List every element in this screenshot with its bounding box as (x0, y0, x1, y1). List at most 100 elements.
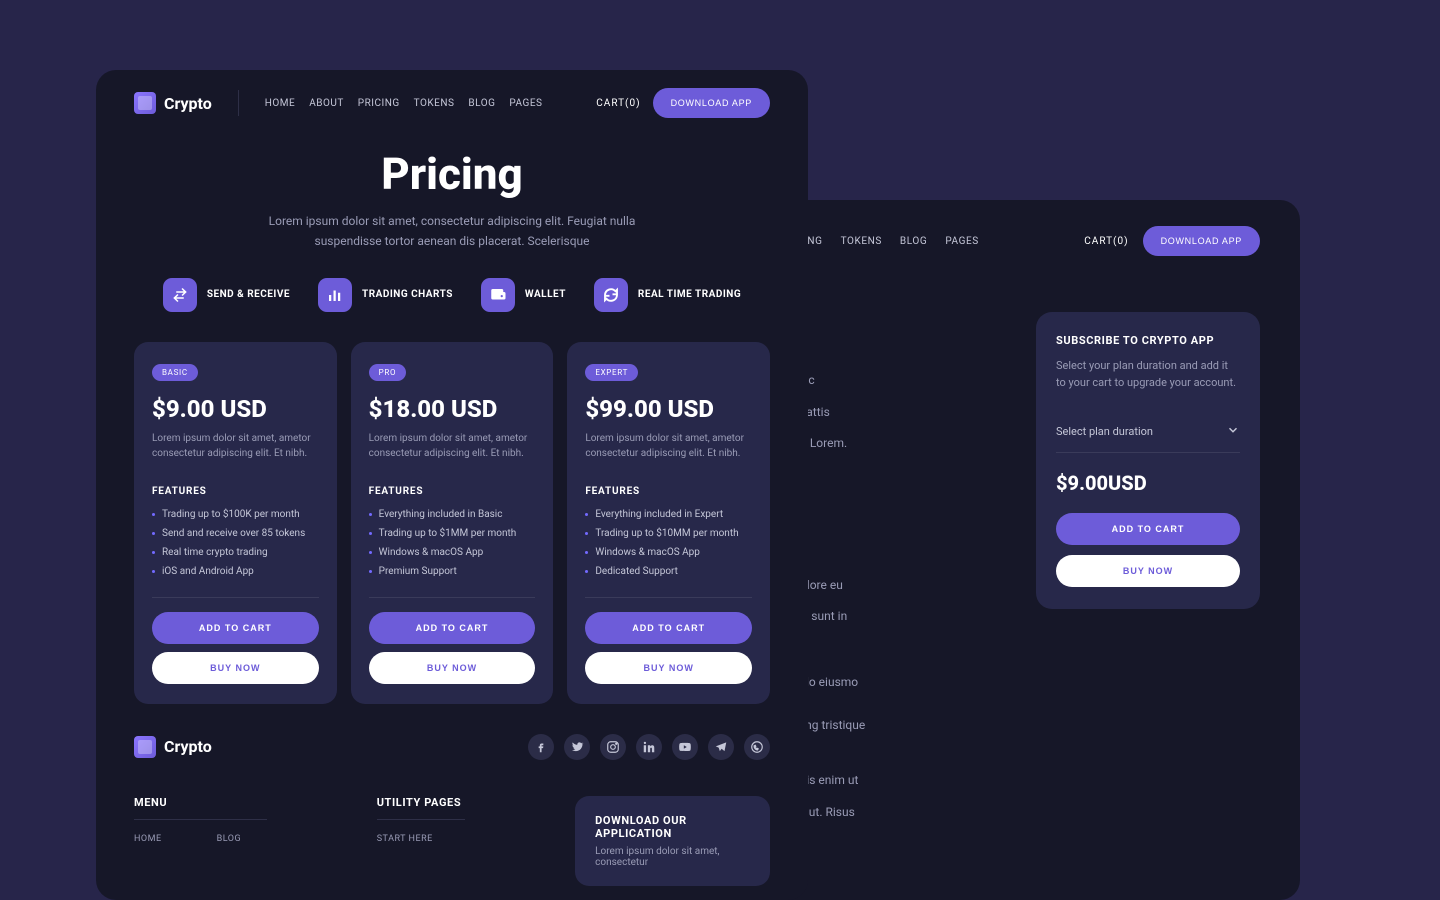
features-heading: FEATURES (369, 486, 536, 497)
footer-link-start[interactable]: START HERE (377, 834, 433, 844)
nav-pricing[interactable]: PRICING (358, 98, 400, 109)
youtube-icon[interactable] (672, 734, 698, 760)
feature-list: Everything included in BasicTrading up t… (369, 505, 536, 581)
nav-blog[interactable]: BLOG (900, 236, 927, 247)
plan-badge: PRO (369, 364, 407, 381)
logo[interactable]: Crypto (134, 92, 212, 114)
swap-icon (163, 278, 197, 312)
feature-item: Send and receive over 85 tokens (152, 524, 319, 543)
subscribe-sidebar: SUBSCRIBE TO CRYPTO APP Select your plan… (1036, 312, 1260, 609)
pricing-card-pro: PRO $18.00 USD Lorem ipsum dolor sit ame… (351, 342, 554, 704)
footer-download-card: DOWNLOAD OUR APPLICATION Lorem ipsum dol… (575, 796, 770, 886)
plan-badge: BASIC (152, 364, 198, 381)
nav-blog[interactable]: BLOG (468, 98, 495, 109)
nav-pages[interactable]: PAGES (509, 98, 542, 109)
sidebar-subtitle: Select your plan duration and add it to … (1056, 357, 1240, 391)
footer-link-blog[interactable]: BLOG (217, 834, 242, 844)
feature-send-receive: SEND & RECEIVE (163, 278, 290, 312)
sidebar-title: SUBSCRIBE TO CRYPTO APP (1056, 334, 1240, 347)
select-label: Select plan duration (1056, 425, 1153, 438)
feature-list: Everything included in ExpertTrading up … (585, 505, 752, 581)
download-app-button[interactable]: DOWNLOAD APP (1143, 226, 1260, 256)
buy-now-button[interactable]: BUY NOW (152, 652, 319, 684)
telegram-icon[interactable] (708, 734, 734, 760)
refresh-icon (594, 278, 628, 312)
brand-name: Crypto (164, 737, 212, 756)
feature-item: Windows & macOS App (369, 543, 536, 562)
feature-item: Everything included in Basic (369, 505, 536, 524)
download-subtitle: Lorem ipsum dolor sit amet, consectetur (595, 846, 750, 868)
feature-item: Dedicated Support (585, 562, 752, 581)
chevron-down-icon (1226, 423, 1240, 440)
footer-logo[interactable]: Crypto (134, 736, 212, 758)
feature-realtime: REAL TIME TRADING (594, 278, 741, 312)
nav-tokens[interactable]: TOKENS (841, 236, 882, 247)
buy-now-button[interactable]: BUY NOW (1056, 555, 1240, 587)
plan-description: Lorem ipsum dolor sit amet, ametor conse… (369, 431, 536, 462)
facebook-icon[interactable] (528, 734, 554, 760)
feature-label: TRADING CHARTS (362, 289, 453, 300)
feature-item: Real time crypto trading (152, 543, 319, 562)
buy-now-button[interactable]: BUY NOW (369, 652, 536, 684)
page-subtitle: Lorem ipsum dolor sit amet, consectetur … (247, 212, 657, 252)
footer: Crypto MENU HOME BLOG UTILITY P (134, 704, 770, 886)
footer-utility-title: UTILITY PAGES (377, 796, 465, 820)
feature-item: Windows & macOS App (585, 543, 752, 562)
divider (152, 597, 319, 598)
logo-icon (134, 92, 156, 114)
nav: HOME ABOUT PRICING TOKENS BLOG PAGES (265, 98, 543, 109)
page-title: Pricing (134, 148, 770, 200)
nav-pages[interactable]: PAGES (945, 236, 979, 247)
divider (585, 597, 752, 598)
feature-trading-charts: TRADING CHARTS (318, 278, 453, 312)
plan-badge: EXPERT (585, 364, 638, 381)
footer-link-home[interactable]: HOME (134, 834, 162, 844)
feature-item: iOS and Android App (152, 562, 319, 581)
nav-about[interactable]: ABOUT (309, 98, 344, 109)
feature-list: Trading up to $100K per monthSend and re… (152, 505, 319, 581)
add-to-cart-button[interactable]: ADD TO CART (152, 612, 319, 644)
chart-icon (318, 278, 352, 312)
plan-price: $9.00 USD (152, 395, 319, 423)
wallet-icon (481, 278, 515, 312)
cart-link[interactable]: CART(0) (1084, 236, 1128, 247)
plan-price: $99.00 USD (585, 395, 752, 423)
add-to-cart-button[interactable]: ADD TO CART (1056, 513, 1240, 545)
sidebar-price: $9.00USD (1056, 471, 1240, 495)
whatsapp-icon[interactable] (744, 734, 770, 760)
nav: PRICING TOKENS BLOG PAGES (780, 236, 979, 247)
footer-menu: MENU HOME BLOG (134, 796, 267, 886)
features-heading: FEATURES (585, 486, 752, 497)
feature-label: WALLET (525, 289, 566, 300)
instagram-icon[interactable] (600, 734, 626, 760)
footer-menu-title: MENU (134, 796, 267, 820)
social-links (528, 734, 770, 760)
divider (238, 90, 239, 116)
feature-label: REAL TIME TRADING (638, 289, 741, 300)
twitter-icon[interactable] (564, 734, 590, 760)
pricing-panel: Crypto HOME ABOUT PRICING TOKENS BLOG PA… (96, 70, 808, 900)
feature-item: Everything included in Expert (585, 505, 752, 524)
footer-utility: UTILITY PAGES START HERE (377, 796, 465, 886)
logo-icon (134, 736, 156, 758)
feature-pills: SEND & RECEIVE TRADING CHARTS WALLET REA… (134, 278, 770, 312)
download-title: DOWNLOAD OUR APPLICATION (595, 814, 750, 840)
nav-home[interactable]: HOME (265, 98, 295, 109)
plan-duration-select[interactable]: Select plan duration (1056, 411, 1240, 453)
feature-item: Premium Support (369, 562, 536, 581)
nav-tokens[interactable]: TOKENS (414, 98, 455, 109)
hero: Pricing Lorem ipsum dolor sit amet, cons… (134, 148, 770, 252)
feature-item: Trading up to $10MM per month (585, 524, 752, 543)
cart-link[interactable]: CART(0) (596, 98, 640, 109)
feature-wallet: WALLET (481, 278, 566, 312)
divider (369, 597, 536, 598)
linkedin-icon[interactable] (636, 734, 662, 760)
add-to-cart-button[interactable]: ADD TO CART (369, 612, 536, 644)
feature-item: Trading up to $100K per month (152, 505, 319, 524)
plan-price: $18.00 USD (369, 395, 536, 423)
buy-now-button[interactable]: BUY NOW (585, 652, 752, 684)
download-app-button[interactable]: DOWNLOAD APP (653, 88, 770, 118)
add-to-cart-button[interactable]: ADD TO CART (585, 612, 752, 644)
feature-item: Trading up to $1MM per month (369, 524, 536, 543)
pricing-card-basic: BASIC $9.00 USD Lorem ipsum dolor sit am… (134, 342, 337, 704)
